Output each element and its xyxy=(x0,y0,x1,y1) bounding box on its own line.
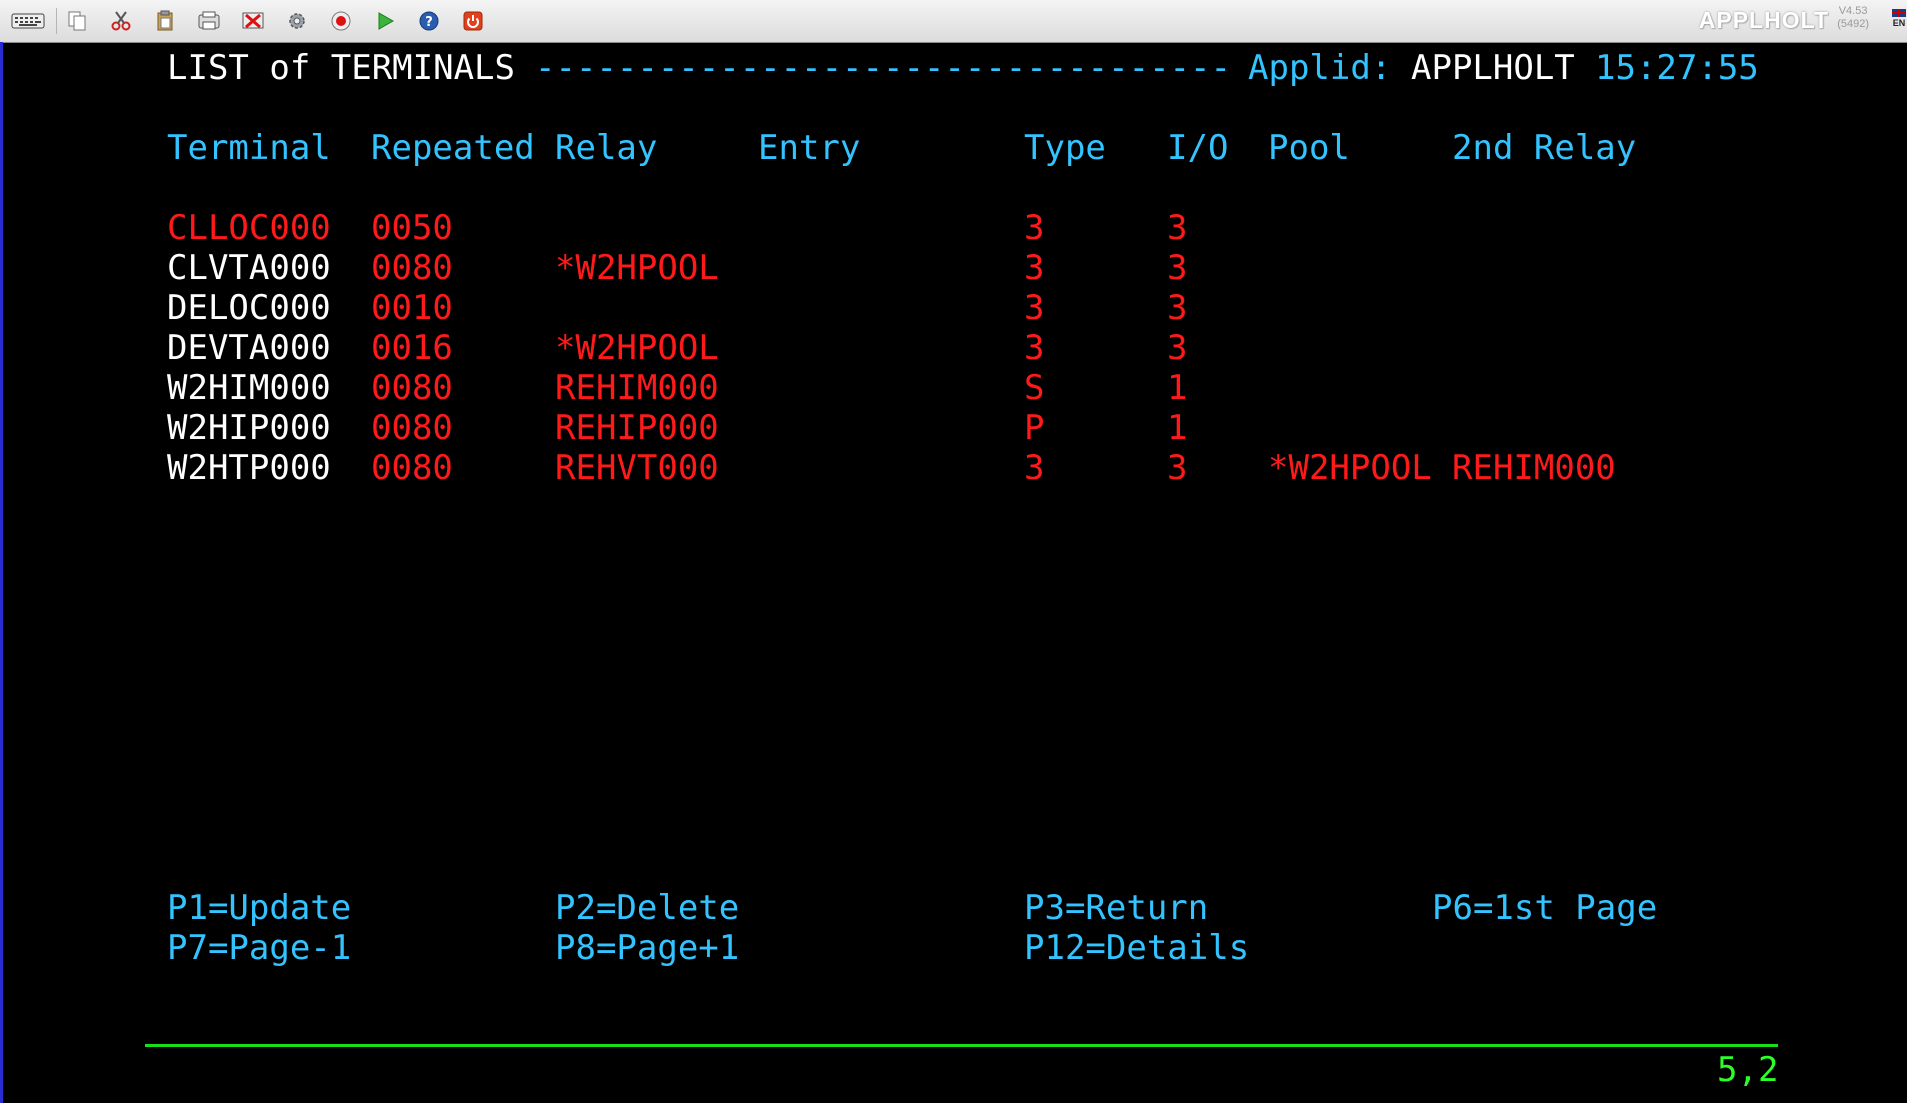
power-icon xyxy=(463,11,483,31)
relay-value[interactable]: REHIP000 xyxy=(555,408,719,448)
repeated-value[interactable]: 0016 xyxy=(371,328,453,368)
cut-icon xyxy=(111,11,131,31)
settings-icon xyxy=(289,13,305,29)
pool-value[interactable]: *W2HPOOL xyxy=(1268,448,1432,488)
copy-icon xyxy=(68,11,86,31)
io-value[interactable]: 1 xyxy=(1167,368,1187,408)
applid-label: Applid: xyxy=(1248,48,1392,88)
settings-button[interactable] xyxy=(282,7,312,35)
terminal-id[interactable]: W2HTP000 xyxy=(167,448,331,488)
relay-value[interactable]: REHIM000 xyxy=(555,368,719,408)
play-button[interactable] xyxy=(370,7,400,35)
column-header-type: Type xyxy=(1024,128,1106,168)
repeated-value[interactable]: 0050 xyxy=(371,208,453,248)
terminal-id[interactable]: DELOC000 xyxy=(167,288,331,328)
column-header-entry: Entry xyxy=(758,128,861,168)
language-indicator[interactable]: EN xyxy=(1891,9,1907,31)
pf3-return[interactable]: P3=Return xyxy=(1024,888,1208,928)
build-number: (5492) xyxy=(1837,18,1869,30)
session-brand: APPLHOLT xyxy=(1698,7,1829,33)
terminal-id[interactable]: W2HIP000 xyxy=(167,408,331,448)
repeated-value[interactable]: 0080 xyxy=(371,448,453,488)
io-value[interactable]: 3 xyxy=(1167,328,1187,368)
repeated-value[interactable]: 0080 xyxy=(371,368,453,408)
copy-button[interactable] xyxy=(62,7,92,35)
pf6-first-page[interactable]: P6=1st Page xyxy=(1432,888,1657,928)
column-header-repeated: Repeated xyxy=(371,128,535,168)
repeated-value[interactable]: 0080 xyxy=(371,248,453,288)
type-value[interactable]: S xyxy=(1024,368,1044,408)
type-value[interactable]: 3 xyxy=(1024,248,1044,288)
terminal-id[interactable]: DEVTA000 xyxy=(167,328,331,368)
record-button[interactable] xyxy=(326,7,356,35)
io-value[interactable]: 1 xyxy=(1167,408,1187,448)
disconnect-button[interactable] xyxy=(238,7,268,35)
svg-text:?: ? xyxy=(425,15,433,30)
cut-button[interactable] xyxy=(106,7,136,35)
power-button[interactable] xyxy=(458,7,488,35)
terminal-id[interactable]: W2HIM000 xyxy=(167,368,331,408)
play-icon xyxy=(378,12,395,30)
disconnect-icon xyxy=(242,12,264,29)
type-value[interactable]: 3 xyxy=(1024,208,1044,248)
version-label: V4.53 (5492) xyxy=(1837,5,1869,31)
terminal-screen[interactable]: LIST of TERMINALS ----------------------… xyxy=(0,42,1907,1103)
record-icon xyxy=(331,11,351,31)
page-title: LIST of TERMINALS xyxy=(167,48,515,88)
paste-button[interactable] xyxy=(150,7,180,35)
io-value[interactable]: 3 xyxy=(1167,288,1187,328)
header-dashes: ---------------------------------- xyxy=(535,48,1231,88)
column-header-pool: Pool xyxy=(1268,128,1350,168)
io-value[interactable]: 3 xyxy=(1167,448,1187,488)
terminal-id[interactable]: CLVTA000 xyxy=(167,248,331,288)
column-header-terminal: Terminal xyxy=(167,128,331,168)
applid-value: APPLHOLT xyxy=(1411,48,1575,88)
second-relay-value[interactable]: REHIM000 xyxy=(1452,448,1616,488)
column-header-relay: Relay xyxy=(555,128,658,168)
io-value[interactable]: 3 xyxy=(1167,208,1187,248)
cursor-position: 5,2 xyxy=(1717,1050,1779,1090)
status-separator xyxy=(145,1044,1778,1047)
keyboard-button[interactable] xyxy=(8,7,48,35)
print-screen-icon xyxy=(198,11,220,30)
type-value[interactable]: 3 xyxy=(1024,288,1044,328)
help-icon: ? xyxy=(419,11,439,31)
print-screen-button[interactable] xyxy=(194,7,224,35)
repeated-value[interactable]: 0080 xyxy=(371,408,453,448)
relay-value[interactable]: *W2HPOOL xyxy=(555,328,719,368)
type-value[interactable]: P xyxy=(1024,408,1044,448)
emulator-toolbar: ? APPLHOLT V4.53 (5492) EN xyxy=(0,0,1907,43)
terminal-id[interactable]: CLLOC000 xyxy=(167,208,331,248)
column-header-io: I/O xyxy=(1167,128,1229,168)
pf12-details[interactable]: P12=Details xyxy=(1024,928,1249,968)
flag-icon xyxy=(1892,9,1906,17)
pf7-page-back[interactable]: P7=Page-1 xyxy=(167,928,351,968)
relay-value[interactable]: *W2HPOOL xyxy=(555,248,719,288)
relay-value[interactable]: REHVT000 xyxy=(555,448,719,488)
repeated-value[interactable]: 0010 xyxy=(371,288,453,328)
keyboard-icon xyxy=(11,13,45,29)
io-value[interactable]: 3 xyxy=(1167,248,1187,288)
type-value[interactable]: 3 xyxy=(1024,448,1044,488)
help-button[interactable]: ? xyxy=(414,7,444,35)
pf8-page-forward[interactable]: P8=Page+1 xyxy=(555,928,739,968)
pf1-update[interactable]: P1=Update xyxy=(167,888,351,928)
pf2-delete[interactable]: P2=Delete xyxy=(555,888,739,928)
clock: 15:27:55 xyxy=(1595,48,1759,88)
paste-icon xyxy=(157,10,173,31)
language-code: EN xyxy=(1892,18,1906,28)
type-value[interactable]: 3 xyxy=(1024,328,1044,368)
version-number: V4.53 xyxy=(1838,5,1868,17)
column-header-2nd-relay: 2nd Relay xyxy=(1452,128,1637,168)
